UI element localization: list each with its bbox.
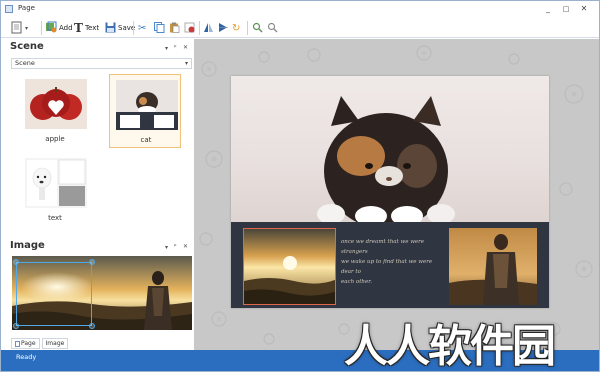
close-button[interactable]: ✕ [577,3,591,15]
zoom-out-button[interactable] [267,21,278,35]
character-image [449,228,537,305]
tab-page[interactable]: Page [11,338,40,349]
scene-panel-menu-icon[interactable]: ▾ [165,45,168,52]
chevron-down-icon: ▾ [25,24,29,32]
chevron-down-icon: ▾ [184,60,188,67]
tab-page-label: Page [21,340,36,347]
app-icon [5,5,13,13]
scene-item-cat[interactable]: cat [109,74,181,148]
quote-line: each other. [341,279,372,285]
cat-thumbnail [116,80,178,130]
text-icon: T [74,21,83,35]
tab-image[interactable]: Image [41,338,69,349]
rotate-button[interactable]: ↻ [232,21,240,35]
cut-button[interactable]: ✂ [138,21,146,35]
page-icon [11,21,23,36]
save-button[interactable]: Save [105,21,135,35]
scene-thumbnail-list: apple cat text [11,70,192,236]
scene-item-label: text [48,214,62,222]
toolbar: ▾ Add T Text Save ✂ ↻ [1,18,599,38]
quote-line: once we dreamt that we were strangers [341,239,425,255]
text-thumbnail [25,158,87,208]
panel-tabs: Page Image [11,338,69,349]
maximize-button[interactable]: □ [559,3,573,15]
add-button[interactable]: Add [45,21,73,35]
copy-button[interactable] [154,21,165,35]
design-workspace[interactable]: once we dreamt that we were strangers we… [194,39,599,350]
crop-handle[interactable] [89,259,95,265]
delete-button[interactable] [184,21,195,35]
page-canvas[interactable]: once we dreamt that we were strangers we… [231,76,549,308]
image-panel-close-icon[interactable]: ✕ [183,243,188,250]
page-icon [15,340,20,347]
scene-panel-pin-icon[interactable]: ᵖ [174,44,177,51]
rotate-icon: ↻ [232,22,241,34]
image-crop-preview[interactable] [12,256,192,330]
quote-text[interactable]: once we dreamt that we were strangers we… [341,237,441,287]
cut-icon: ✂ [138,22,147,34]
apple-thumbnail [25,79,87,129]
flip-horizontal-icon [203,22,214,35]
save-icon [105,22,116,35]
text-label: Text [84,24,100,32]
toolbar-separator [41,21,42,35]
scene-panel-close-icon[interactable]: ✕ [183,44,188,51]
scene-dropdown-value: Scene [15,59,35,67]
title-bar: Page _ □ ✕ [1,1,599,17]
zoom-out-icon [267,22,278,35]
zoom-in-button[interactable] [252,21,263,35]
scene-item-label: apple [45,135,65,143]
flip-vertical-icon [218,22,229,35]
zoom-in-icon [252,22,263,35]
image-panel-menu-icon[interactable]: ▾ [165,244,168,251]
crop-handle[interactable] [13,259,19,265]
sunset-photo[interactable] [243,228,336,305]
status-text: Ready [16,353,37,361]
window-title: Page [18,4,35,12]
app-window: Page _ □ ✕ ▾ Add T Text Save ✂ ↻ Scene ▾… [0,0,600,372]
text-button[interactable]: T Text [74,21,99,35]
character-photo[interactable] [449,228,537,305]
copy-icon [154,21,165,35]
scene-dropdown[interactable]: Scene ▾ [11,58,192,69]
watermark: 人人软件园 [344,321,556,372]
paste-icon [169,22,180,35]
page-menu-button[interactable]: ▾ [11,21,28,35]
image-panel-title: Image [10,240,45,251]
toolbar-separator [133,21,134,35]
flip-vertical-button[interactable] [218,21,229,35]
crop-handle[interactable] [89,323,95,329]
flip-horizontal-button[interactable] [203,21,214,35]
tab-image-label: Image [45,340,65,347]
sunset-image [244,229,335,304]
delete-icon [184,22,195,35]
paste-button[interactable] [169,21,180,35]
add-label: Add [59,24,73,32]
crop-selection-rectangle[interactable] [13,259,95,329]
scene-panel-title: Scene [10,41,44,52]
toolbar-separator [247,21,248,35]
minimize-button[interactable]: _ [541,3,555,15]
scene-item-label: cat [140,136,152,144]
image-panel-pin-icon[interactable]: ᵖ [174,243,177,250]
cat-image [317,96,455,229]
toolbar-separator [199,21,200,35]
cat-photo[interactable] [231,76,549,229]
quote-line: we wake up to find that we were dear to [341,259,433,275]
add-icon [45,21,57,35]
scene-item-text[interactable]: text [19,153,91,227]
photo-strip: once we dreamt that we were strangers we… [231,222,549,308]
crop-handle[interactable] [13,323,19,329]
scene-item-apple[interactable]: apple [19,74,91,148]
